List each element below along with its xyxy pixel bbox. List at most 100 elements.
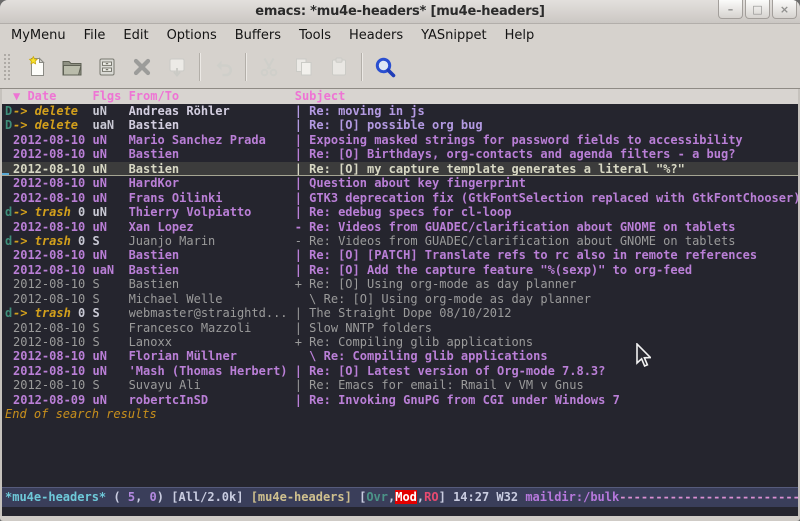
- row-thread-sep: +: [295, 277, 309, 291]
- modeline-segment-name: *mu4e-headers*: [5, 490, 106, 504]
- row-flags: uN: [92, 191, 128, 205]
- toolbar-drag-handle[interactable]: [2, 52, 11, 82]
- row-subject: Re: [O] [PATCH] Translate refs to rc als…: [309, 248, 757, 262]
- new-file-icon[interactable]: [19, 49, 54, 85]
- row-thread-sep: |: [295, 176, 309, 190]
- row-mark-action: -> delete: [13, 104, 78, 118]
- row-thread-sep: |: [295, 104, 309, 118]
- row-from: Juanjo Marin: [129, 234, 295, 248]
- column-header-date[interactable]: ▼ Date: [13, 89, 92, 104]
- save-icon[interactable]: [89, 49, 124, 85]
- modeline-segment-mod: Mod: [395, 490, 417, 504]
- modeline-segment-fg: [All/2.0k]: [171, 490, 250, 504]
- row-flags: S: [92, 234, 128, 248]
- message-row[interactable]: d-> trash 0uNThierry Volpiatto|Re: edebu…: [2, 205, 798, 219]
- menu-item-edit[interactable]: Edit: [114, 26, 157, 45]
- row-subject: The Straight Dope 08/10/2012: [309, 306, 511, 320]
- menu-item-tools[interactable]: Tools: [290, 26, 340, 45]
- message-row[interactable]: 2012-08-10SSuvayu Ali|Re: Emacs for emai…: [2, 378, 798, 392]
- menu-item-buffers[interactable]: Buffers: [226, 26, 290, 45]
- column-header-subject[interactable]: Subject: [295, 89, 346, 103]
- row-subject: \ Re: [O] Using org-mode as day planner: [309, 292, 591, 306]
- row-date: 2012-08-10: [13, 191, 92, 205]
- menu-item-headers[interactable]: Headers: [340, 26, 412, 45]
- message-row[interactable]: D-> deleteuNAndreas Röhler|Re: moving in…: [2, 104, 798, 118]
- row-thread-sep: |: [295, 393, 309, 407]
- row-subject: GTK3 deprecation fix (GtkFontSelection r…: [309, 191, 798, 205]
- close-button[interactable]: ×: [772, 0, 797, 19]
- row-from: Bastien: [129, 147, 295, 161]
- row-thread-sep: |: [295, 162, 309, 176]
- message-row[interactable]: 2012-08-10SLanoxx+Re: Compiling glib app…: [2, 335, 798, 349]
- message-row[interactable]: 2012-08-10SBastien+Re: [O] Using org-mod…: [2, 277, 798, 291]
- row-flags: S: [92, 277, 128, 291]
- row-subject: Re: Videos from GUADEC/clarification abo…: [309, 234, 735, 248]
- row-from: 'Mash (Thomas Herbert): [129, 364, 295, 378]
- maximize-button[interactable]: □: [745, 0, 770, 19]
- row-date: 2012-08-10: [13, 133, 92, 147]
- message-row[interactable]: d-> trash 0Swebmaster@straightd...|The S…: [2, 306, 798, 320]
- menu-item-help[interactable]: Help: [496, 26, 544, 45]
- row-from: Andreas Röhler: [129, 104, 295, 118]
- row-date-text: 2012-08-10: [13, 335, 85, 349]
- row-thread-sep: -: [295, 234, 309, 248]
- frame-inner: ▼ DateFlgsFrom/ToSubject D-> deleteuNAnd…: [0, 89, 800, 516]
- minimize-button[interactable]: –: [718, 0, 743, 19]
- column-header-flags[interactable]: Flgs: [92, 89, 128, 104]
- message-row[interactable]: 2012-08-10SMichael Welle \ Re: [O] Using…: [2, 292, 798, 306]
- row-subject: Re: [O] my capture template generates a …: [309, 162, 685, 176]
- modeline-segment-fg: ,: [135, 490, 149, 504]
- message-row[interactable]: 2012-08-10uNXan Lopez-Re: Videos from GU…: [2, 220, 798, 234]
- row-subject: Re: Compiling glib applications: [309, 335, 533, 349]
- row-subject: Re: Videos from GUADEC/clarification abo…: [309, 220, 735, 234]
- row-date: -> trash 0: [13, 306, 92, 320]
- row-date: 2012-08-10: [13, 277, 92, 291]
- message-row[interactable]: 2012-08-10uNFlorian Müllner \ Re: Compil…: [2, 349, 798, 363]
- end-of-search-results: End of search results: [2, 407, 798, 421]
- message-row[interactable]: 2012-08-09uNrobertcInSD|Re: Invoking Gnu…: [2, 393, 798, 407]
- menu-item-mymenu[interactable]: MyMenu: [2, 26, 75, 45]
- message-row[interactable]: 2012-08-10uaNBastien|Re: [O] Add the cap…: [2, 263, 798, 277]
- row-from: Bastien: [129, 162, 295, 176]
- message-row[interactable]: 2012-08-10uNFrans Oilinki|GTK3 deprecati…: [2, 191, 798, 205]
- message-row[interactable]: 2012-08-10uNHardKor|Question about key f…: [2, 176, 798, 190]
- message-row[interactable]: D-> deleteuaNBastien|Re: [O] possible or…: [2, 118, 798, 132]
- row-thread-sep: |: [295, 364, 309, 378]
- row-thread-sep: |: [295, 118, 309, 132]
- row-date: 2012-08-10: [13, 292, 92, 306]
- row-flags: S: [92, 321, 128, 335]
- message-row[interactable]: 2012-08-10uNBastien|Re: [O] my capture t…: [2, 162, 798, 176]
- column-header-from[interactable]: From/To: [129, 89, 295, 104]
- modeline-segment-fg: 14:27 W32: [453, 490, 525, 504]
- toolbar-separator: [199, 53, 200, 81]
- row-from: HardKor: [129, 176, 295, 190]
- row-subject: Re: moving in js: [309, 104, 425, 118]
- row-flags: uN: [92, 248, 128, 262]
- modeline-segment-fg: (: [106, 490, 128, 504]
- message-row[interactable]: 2012-08-10uNBastien|Re: [O] [PATCH] Tran…: [2, 248, 798, 262]
- close-icon[interactable]: [124, 49, 159, 85]
- menu-item-yasnippet[interactable]: YASnippet: [412, 26, 496, 45]
- row-subject: Re: [O] Add the capture feature "%(sexp)…: [309, 263, 692, 277]
- row-flags: uN: [92, 147, 128, 161]
- row-thread-sep: [295, 349, 309, 363]
- titlebar[interactable]: emacs: *mu4e-headers* [mu4e-headers] –□×: [0, 0, 800, 24]
- message-row[interactable]: 2012-08-10uNBastien|Re: [O] Birthdays, o…: [2, 147, 798, 161]
- row-flags: uN: [92, 393, 128, 407]
- row-date: 2012-08-10: [13, 220, 92, 234]
- menu-item-options[interactable]: Options: [158, 26, 226, 45]
- row-mark-suffix: 0: [71, 205, 85, 219]
- row-flags: uN: [92, 220, 128, 234]
- headers-column-header: ▼ DateFlgsFrom/ToSubject: [2, 89, 798, 104]
- menu-item-file[interactable]: File: [75, 26, 115, 45]
- row-mark-suffix: 0: [71, 234, 85, 248]
- message-row[interactable]: 2012-08-10uN'Mash (Thomas Herbert)|Re: […: [2, 364, 798, 378]
- message-row[interactable]: d-> trash 0SJuanjo Marin-Re: Videos from…: [2, 234, 798, 248]
- row-date: 2012-08-10: [13, 147, 92, 161]
- search-icon[interactable]: [367, 49, 402, 85]
- message-row[interactable]: 2012-08-10uNMario Sanchez Prada|Exposing…: [2, 133, 798, 147]
- row-date-text: 2012-08-10: [13, 191, 85, 205]
- open-folder-icon[interactable]: [54, 49, 89, 85]
- message-row[interactable]: 2012-08-10SFrancesco Mazzoli|Slow NNTP f…: [2, 321, 798, 335]
- paste-icon: [321, 49, 356, 85]
